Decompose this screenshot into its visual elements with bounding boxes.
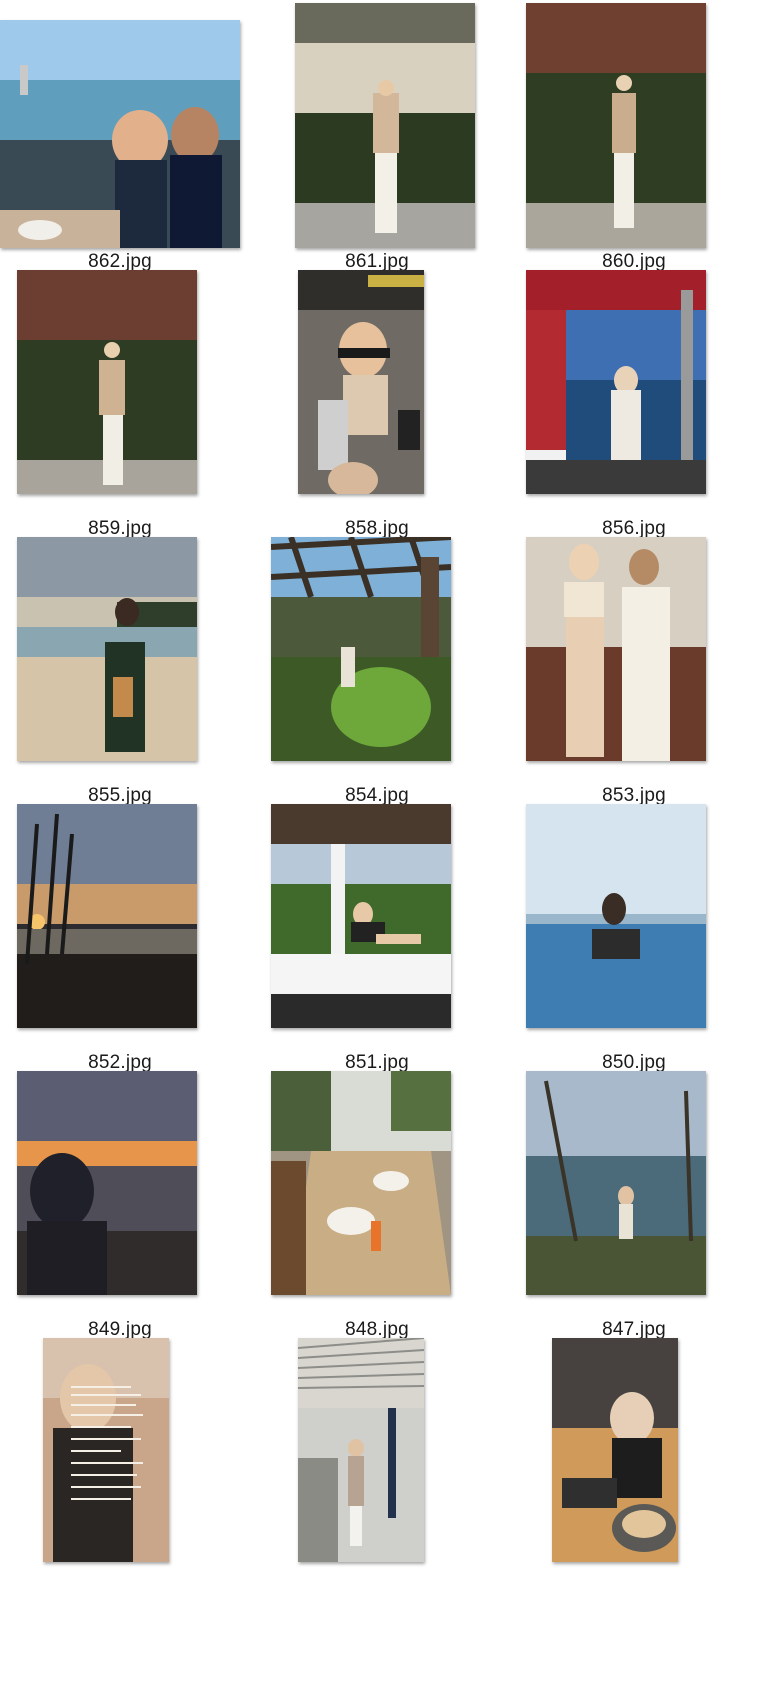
file-tile-850[interactable]: 850.jpg <box>514 801 771 1091</box>
file-tile-853[interactable]: 853.jpg <box>514 534 771 824</box>
thumbnail-image[interactable] <box>552 1338 678 1562</box>
file-tile-856[interactable]: 856.jpg <box>514 267 771 557</box>
file-tile-862[interactable]: 862.jpg <box>0 0 257 290</box>
thumbnail-image[interactable] <box>526 3 706 248</box>
thumbnail-image[interactable] <box>298 270 424 494</box>
thumbnail-image[interactable] <box>0 20 240 248</box>
thumbnail-image[interactable] <box>271 537 451 761</box>
thumbnail-image[interactable] <box>526 270 706 494</box>
file-tile-859[interactable]: 859.jpg <box>0 267 257 557</box>
thumbnail-image[interactable] <box>271 1071 451 1295</box>
file-thumbnail-grid: 862.jpg 861.jpg 860.jpg 859.jpg 858.jpg … <box>0 0 771 1704</box>
thumbnail-image[interactable] <box>17 804 197 1028</box>
file-tile-860[interactable]: 860.jpg <box>514 0 771 290</box>
thumbnail-image[interactable] <box>295 3 475 248</box>
file-tile-861[interactable]: 861.jpg <box>257 0 514 290</box>
thumbnail-image[interactable] <box>17 537 197 761</box>
file-tile-854[interactable]: 854.jpg <box>257 534 514 824</box>
thumbnail-image[interactable] <box>526 804 706 1028</box>
file-tile-847[interactable]: 847.jpg <box>514 1068 771 1358</box>
file-tile-844[interactable] <box>514 1335 771 1625</box>
thumbnail-image[interactable] <box>17 270 197 494</box>
file-tile-846[interactable] <box>0 1335 257 1625</box>
file-tile-855[interactable]: 855.jpg <box>0 534 257 824</box>
file-tile-852[interactable]: 852.jpg <box>0 801 257 1091</box>
file-tile-858[interactable]: 858.jpg <box>257 267 514 557</box>
file-tile-851[interactable]: 851.jpg <box>257 801 514 1091</box>
file-tile-849[interactable]: 849.jpg <box>0 1068 257 1358</box>
thumbnail-image[interactable] <box>271 804 451 1028</box>
thumbnail-image[interactable] <box>526 1071 706 1295</box>
thumbnail-image[interactable] <box>43 1338 169 1562</box>
file-tile-845[interactable] <box>257 1335 514 1625</box>
file-tile-848[interactable]: 848.jpg <box>257 1068 514 1358</box>
thumbnail-image[interactable] <box>526 537 706 761</box>
thumbnail-image[interactable] <box>298 1338 424 1562</box>
thumbnail-image[interactable] <box>17 1071 197 1295</box>
